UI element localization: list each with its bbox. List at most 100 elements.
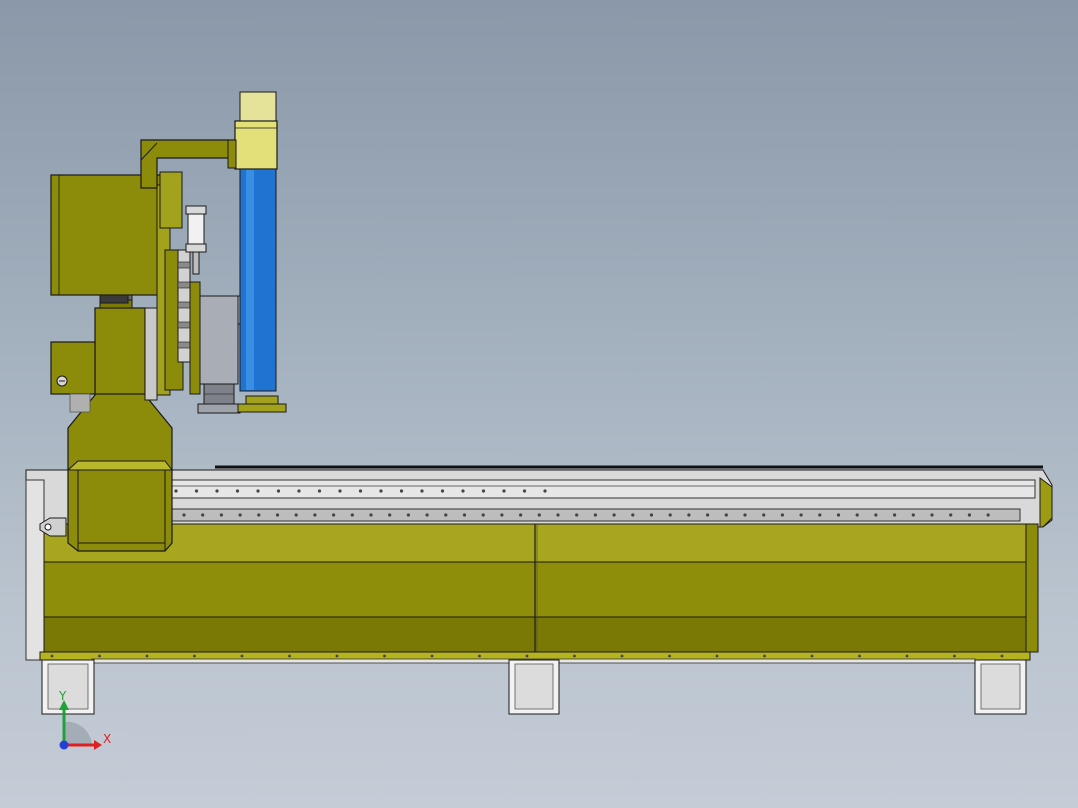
rail-bolt	[193, 654, 196, 658]
rail-bolt	[649, 513, 654, 517]
rail-bolt	[519, 513, 523, 517]
carriage-housing	[67, 391, 173, 552]
z-guide-block	[177, 301, 191, 309]
cnc-router-model[interactable]: Y X	[0, 0, 1078, 808]
cad-viewport[interactable]: Y X	[0, 0, 1078, 808]
rail-bolt	[98, 654, 101, 658]
rail-bolt	[911, 513, 915, 517]
rail-bolt	[893, 513, 897, 517]
rail-bolt	[174, 489, 178, 493]
rail-bolt	[481, 489, 486, 493]
rail-bolt	[313, 513, 317, 517]
rail-bolt	[481, 513, 485, 517]
bracket-bolt	[44, 523, 52, 531]
column-base	[245, 395, 279, 405]
x-axis-label: X	[103, 732, 111, 746]
blue-column	[239, 168, 277, 392]
rail-bolt	[388, 513, 392, 517]
rail-bolt	[855, 513, 859, 517]
rail-bolt	[235, 489, 240, 493]
z-backplate	[189, 281, 201, 395]
rail-bolt	[383, 654, 386, 658]
rail-bolt	[810, 654, 814, 658]
rail-bolt	[430, 654, 434, 658]
rail-bolt	[573, 654, 576, 658]
rail-bolt	[762, 513, 766, 517]
rail-bolt	[406, 513, 410, 517]
z-guide-block	[177, 321, 191, 329]
bed-end-cap	[1039, 477, 1053, 528]
rail-bolt	[399, 489, 404, 493]
rail-bolt	[799, 513, 803, 517]
rail-bolt	[500, 513, 504, 517]
rail-bolt	[145, 654, 149, 658]
upper-rail	[169, 479, 1036, 499]
rail-bolt	[743, 513, 747, 517]
rail-bolt	[194, 489, 199, 493]
triad-arc	[64, 721, 92, 745]
rail-bolt	[50, 654, 54, 658]
rail-bolt	[575, 513, 579, 517]
x-axis-arrowhead	[94, 740, 102, 750]
rail-bolt	[240, 654, 244, 658]
machine-bed[interactable]	[25, 465, 1053, 715]
rail-bolt	[317, 489, 322, 493]
rail-bolt	[425, 513, 429, 517]
rail-bolt	[986, 513, 990, 517]
z-guide-block	[177, 281, 191, 289]
z-axis-dot	[59, 740, 69, 750]
rail-bolt	[874, 513, 878, 517]
rail-bolt	[556, 513, 560, 517]
rail-bolt	[930, 513, 934, 517]
rail-bolt	[780, 513, 785, 517]
rail-bolt	[525, 654, 529, 658]
rail-bolt	[440, 489, 445, 493]
rail-bolt	[502, 489, 506, 493]
rail-bolt	[257, 513, 261, 517]
rail-bolt	[420, 489, 424, 493]
z-guide-block	[177, 261, 191, 269]
rail-bolt	[724, 513, 728, 517]
side-box	[50, 341, 96, 395]
rail-bolt	[275, 513, 280, 517]
leg-right	[974, 659, 1027, 715]
column-foot	[237, 403, 287, 413]
rail-bolt	[593, 513, 598, 517]
bed-bottom-bolts	[50, 654, 1004, 658]
rail-bolt	[379, 489, 383, 493]
rail-bolt	[858, 654, 861, 658]
rail-bolt	[462, 513, 467, 517]
rail-bolt	[836, 513, 841, 517]
z-guide-block	[177, 341, 191, 349]
carriage-column	[94, 307, 146, 395]
z-rail-left	[144, 307, 158, 401]
bed-left-strip	[25, 479, 45, 661]
leg-left	[41, 659, 95, 715]
rail-bolt	[949, 513, 953, 517]
side-box-stem	[69, 393, 91, 413]
rail-bolt	[668, 513, 672, 517]
z-axis-assembly[interactable]	[140, 139, 251, 414]
rail-bolt	[967, 513, 972, 517]
rail-bolt	[332, 513, 336, 517]
rail-bolt	[276, 489, 281, 493]
rail-bolt	[215, 489, 219, 493]
leg-center	[508, 659, 560, 715]
rail-bolt	[818, 513, 822, 517]
rail-bolt	[297, 489, 301, 493]
rail-bolt	[543, 489, 547, 493]
rail-bolt	[537, 513, 541, 517]
bed-right-cap	[1025, 523, 1039, 653]
rail-bolt	[358, 489, 363, 493]
arm-bracket	[159, 171, 183, 229]
rail-bolt	[238, 513, 242, 517]
rail-bolt	[478, 654, 481, 658]
rail-bolt	[687, 513, 691, 517]
column-neck	[227, 139, 237, 169]
y-axis-label: Y	[58, 689, 67, 703]
rail-bolt	[1000, 654, 1004, 658]
rail-bolt	[350, 513, 354, 517]
motor-box	[50, 174, 164, 296]
carriage-housing-top-face	[66, 460, 174, 471]
rail-bolt	[763, 654, 766, 658]
